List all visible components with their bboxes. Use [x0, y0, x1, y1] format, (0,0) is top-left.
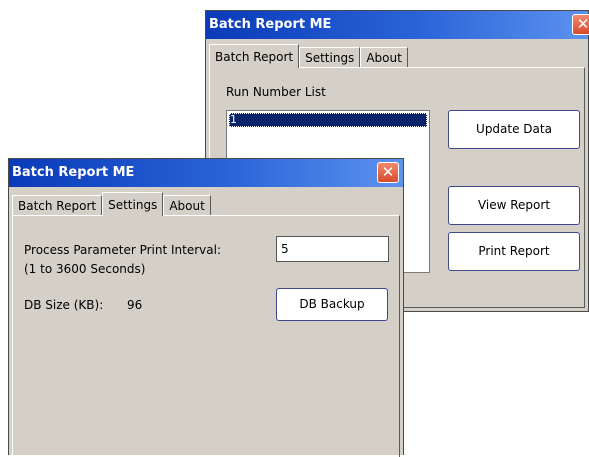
tab-batch-report[interactable]: Batch Report [12, 195, 103, 216]
tab-settings[interactable]: Settings [299, 47, 361, 68]
title-bar[interactable]: Batch Report ME [206, 11, 588, 39]
list-item[interactable]: 1 [229, 113, 427, 127]
db-size-value: 96 [127, 298, 143, 312]
tab-settings[interactable]: Settings [102, 192, 164, 216]
update-data-button[interactable]: Update Data [448, 110, 580, 149]
print-interval-range: (1 to 3600 Seconds) [24, 262, 146, 276]
print-interval-label: Process Parameter Print Interval: [24, 243, 221, 257]
run-number-list-label: Run Number List [226, 85, 326, 99]
close-icon[interactable]: ✕ [572, 14, 589, 35]
batch-report-window-front: Batch Report ME ✕ Batch Report Settings … [8, 158, 404, 457]
tab-batch-report[interactable]: Batch Report [209, 44, 300, 68]
tab-about[interactable]: About [360, 47, 408, 68]
close-icon[interactable]: ✕ [377, 162, 399, 183]
print-interval-input[interactable] [276, 236, 389, 262]
window-title: Batch Report ME [209, 17, 332, 32]
window-title: Batch Report ME [12, 165, 135, 180]
tab-bar: Batch Report Settings About [209, 44, 408, 68]
db-size-label: DB Size (KB): [24, 298, 104, 312]
tab-about[interactable]: About [163, 195, 211, 216]
print-report-button[interactable]: Print Report [448, 232, 580, 271]
view-report-button[interactable]: View Report [448, 186, 580, 225]
db-backup-button[interactable]: DB Backup [276, 288, 388, 321]
tab-bar: Batch Report Settings About [12, 192, 211, 216]
title-bar[interactable]: Batch Report ME [9, 159, 403, 187]
